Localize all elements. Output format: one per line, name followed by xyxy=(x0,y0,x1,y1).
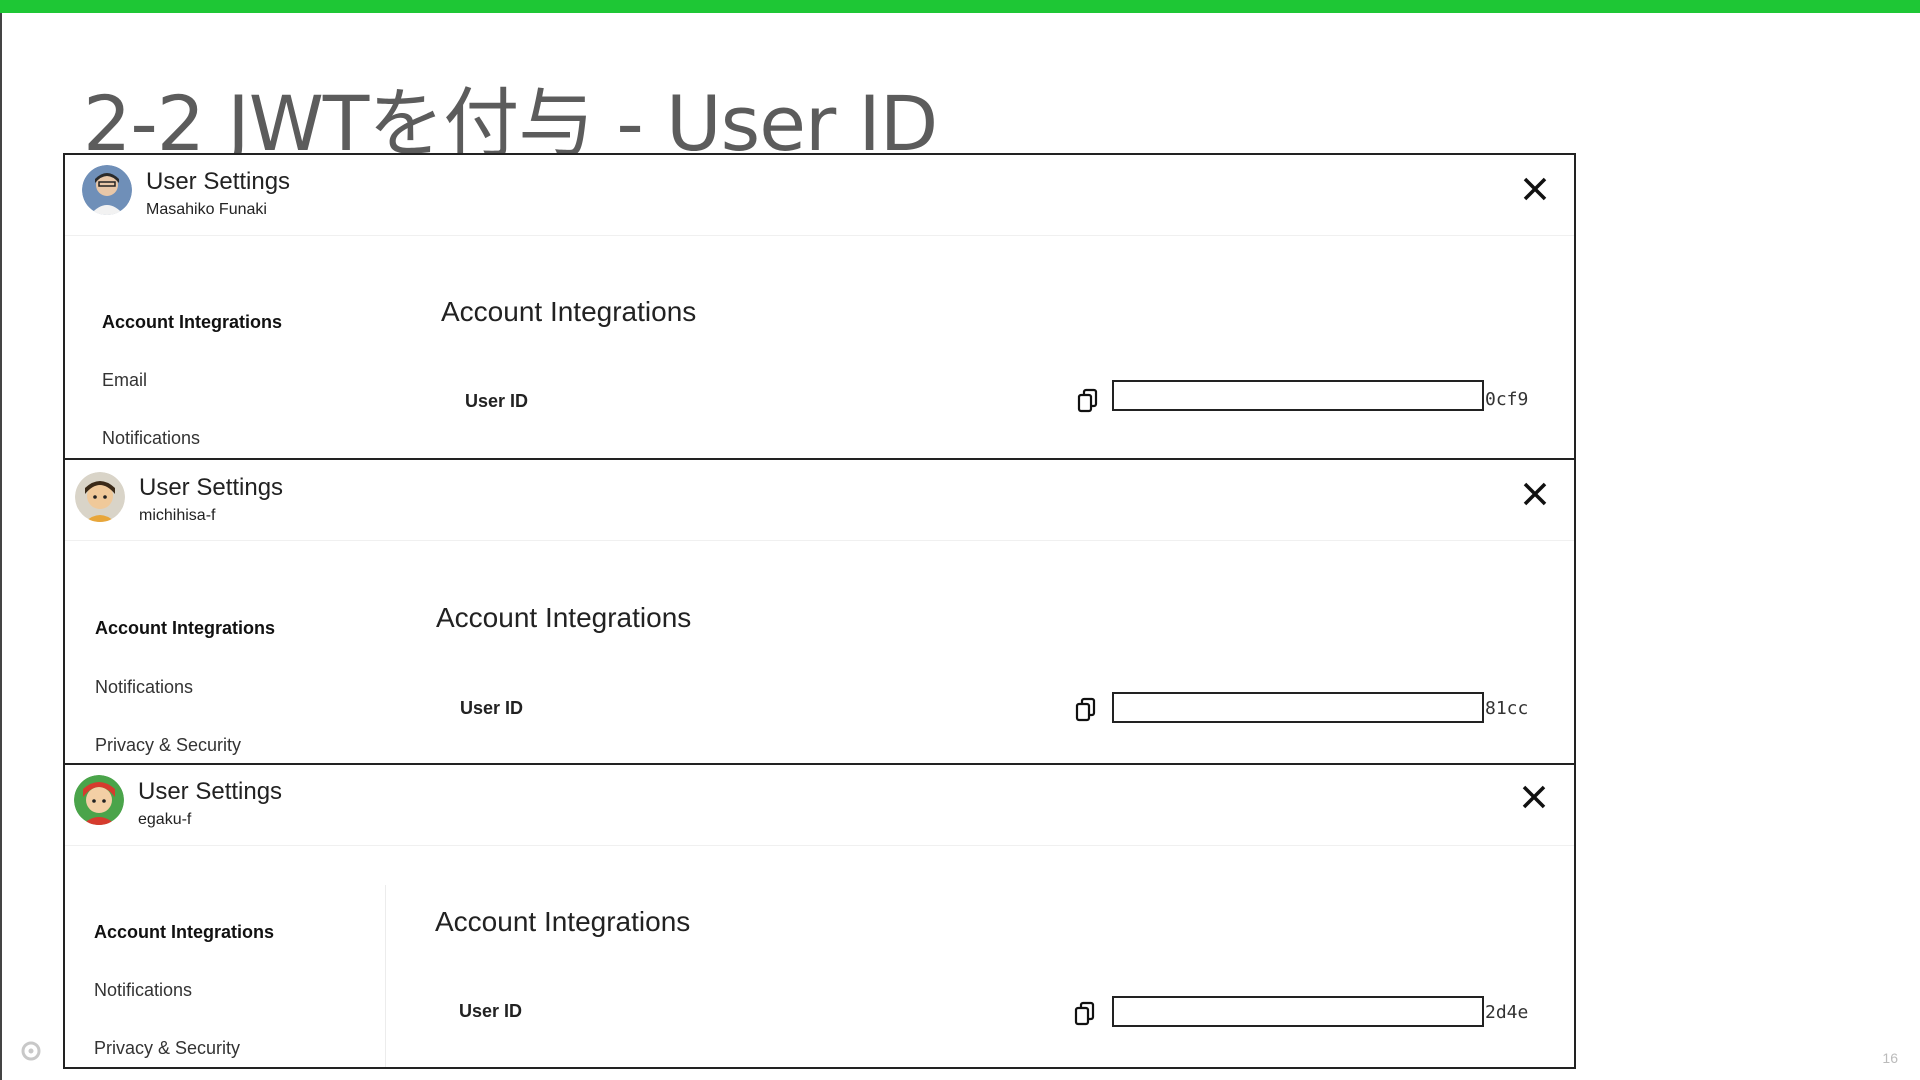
panel-header: User Settings egaku-f xyxy=(65,765,1574,846)
sidebar-item-account-integrations[interactable]: Account Integrations xyxy=(94,922,274,943)
close-button[interactable] xyxy=(1517,780,1551,814)
clipboard-copy-icon xyxy=(1074,1001,1095,1026)
sidebar-item-privacy-security[interactable]: Privacy & Security xyxy=(94,1038,240,1059)
user-id-value: 0cf9 xyxy=(1485,389,1529,410)
header-title: User Settings xyxy=(139,474,284,501)
sidebar-item-notifications[interactable]: Notifications xyxy=(94,980,192,1001)
user-id-label: User ID xyxy=(465,391,529,411)
clipboard-copy-icon xyxy=(1075,697,1096,722)
section-title: Account Integrations xyxy=(441,296,697,327)
panel-header: User Settings michihisa-f xyxy=(65,460,1574,541)
clipboard-copy-icon xyxy=(1077,388,1098,413)
section-title: Account Integrations xyxy=(435,906,691,937)
user-id-label: User ID xyxy=(459,1001,523,1021)
section-title: Account Integrations xyxy=(436,602,692,633)
sidebar-divider xyxy=(385,885,386,1067)
copy-icon[interactable] xyxy=(1074,1001,1096,1027)
copy-icon[interactable] xyxy=(1075,697,1097,723)
top-accent-bar xyxy=(0,0,1920,13)
header-title: User Settings xyxy=(138,778,283,805)
sidebar-item-notifications[interactable]: Notifications xyxy=(102,428,200,449)
user-avatar-icon xyxy=(74,775,124,825)
sidebar-item-email[interactable]: Email xyxy=(102,370,147,391)
user-avatar-icon xyxy=(75,472,125,522)
header-username: Masahiko Funaki xyxy=(146,201,267,218)
panel-header: User Settings Masahiko Funaki xyxy=(65,155,1574,236)
sidebar-item-account-integrations[interactable]: Account Integrations xyxy=(102,312,282,333)
user-id-value: 2d4e xyxy=(1485,1002,1529,1023)
user-settings-panel-3: User Settings egaku-f Account Integratio… xyxy=(63,763,1576,1069)
user-avatar-icon xyxy=(82,165,132,215)
user-id-value: 81cc xyxy=(1485,698,1529,719)
logo-icon xyxy=(20,1040,42,1062)
footer-logo-icon xyxy=(21,1041,41,1061)
user-id-field[interactable] xyxy=(1112,380,1484,411)
close-icon xyxy=(1522,785,1546,809)
close-button[interactable] xyxy=(1518,172,1552,206)
user-settings-panel-2: User Settings michihisa-f Account Integr… xyxy=(63,458,1576,765)
left-border xyxy=(0,13,2,1080)
avatar xyxy=(74,775,124,825)
close-button[interactable] xyxy=(1518,477,1552,511)
avatar xyxy=(82,165,132,215)
page-number: 16 xyxy=(1882,1050,1898,1066)
header-username: michihisa-f xyxy=(139,507,216,524)
avatar xyxy=(75,472,125,522)
user-settings-panel-1: User Settings Masahiko Funaki Account In… xyxy=(63,153,1576,460)
header-username: egaku-f xyxy=(138,811,192,828)
copy-icon[interactable] xyxy=(1077,388,1099,414)
close-icon xyxy=(1523,177,1547,201)
user-id-field[interactable] xyxy=(1112,996,1484,1027)
user-id-label: User ID xyxy=(460,698,524,718)
header-title: User Settings xyxy=(146,168,291,195)
sidebar-item-notifications[interactable]: Notifications xyxy=(95,677,193,698)
sidebar-item-privacy-security[interactable]: Privacy & Security xyxy=(95,735,241,756)
user-id-field[interactable] xyxy=(1112,692,1484,723)
sidebar-item-account-integrations[interactable]: Account Integrations xyxy=(95,618,275,639)
close-icon xyxy=(1523,482,1547,506)
